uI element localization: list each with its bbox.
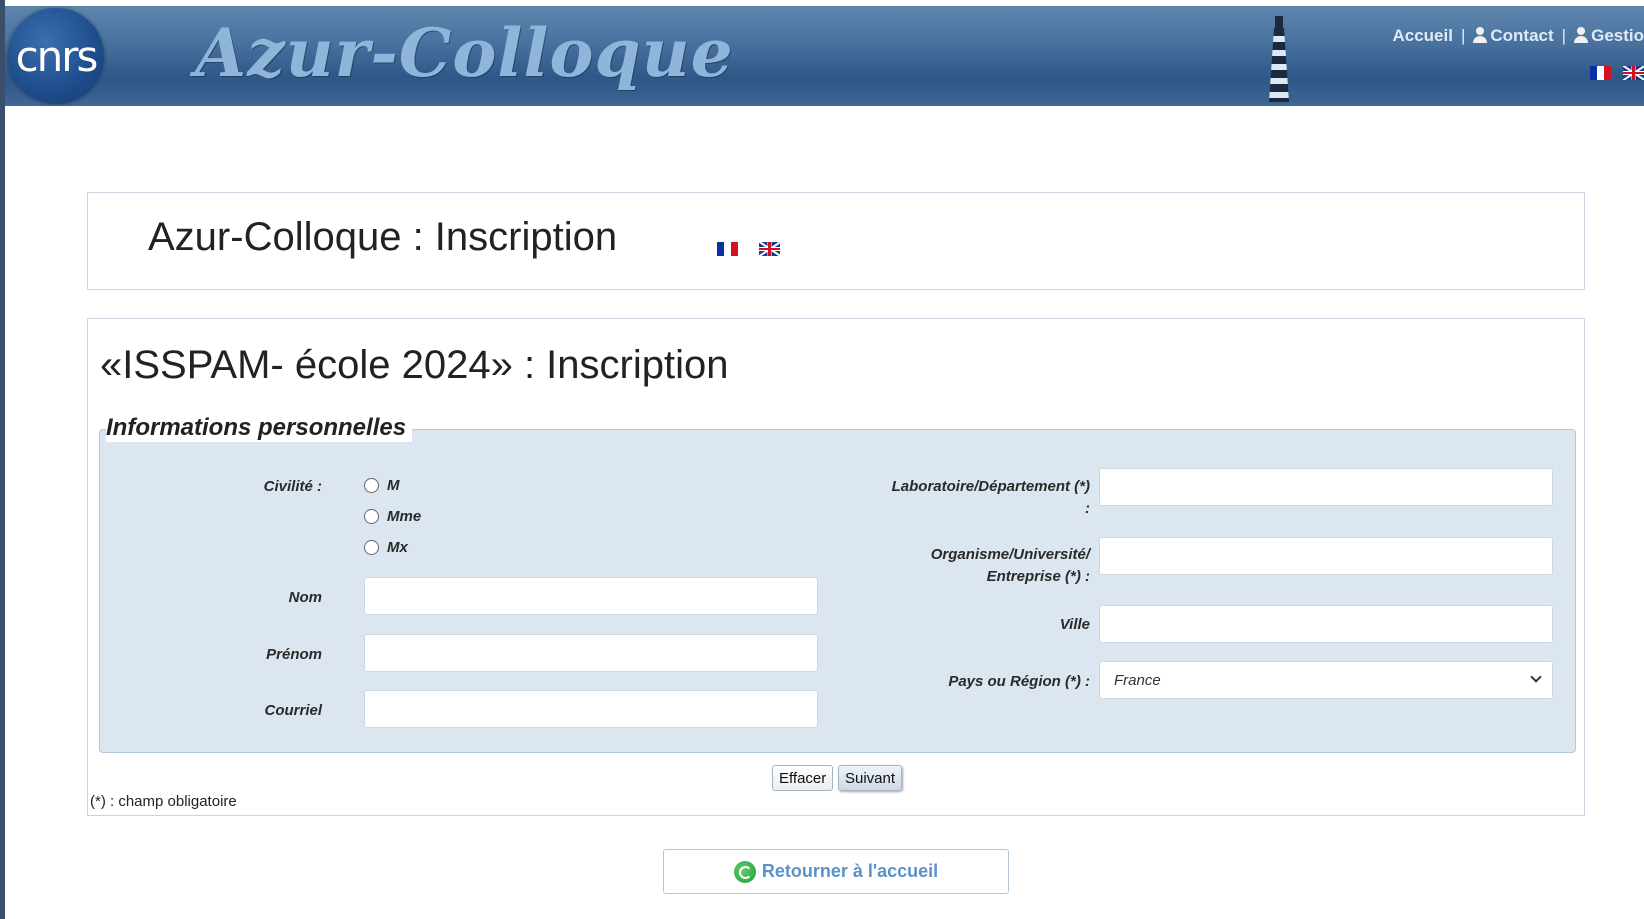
english-flag-icon[interactable]	[759, 242, 780, 256]
english-flag-icon[interactable]	[1623, 66, 1644, 80]
user-admin-icon	[1574, 27, 1589, 43]
pays-selected-value: France	[1114, 671, 1161, 689]
pays-label: Pays ou Région (*) :	[948, 673, 1090, 690]
section-title: Informations personnelles	[106, 414, 413, 442]
french-flag-icon[interactable]	[717, 242, 738, 256]
nav-accueil-link[interactable]: Accueil	[1392, 26, 1452, 46]
organisme-input[interactable]	[1099, 537, 1553, 575]
nom-input[interactable]	[364, 577, 818, 615]
organisme-label-line1: Organisme/Université/	[930, 546, 1090, 563]
nav-gestion-label: Gestio	[1591, 26, 1644, 45]
recycle-icon	[733, 860, 756, 883]
organisme-label: Organisme/Université/ Entreprise (*) :	[800, 544, 1090, 588]
cnrs-logo[interactable]: cnrs	[8, 8, 104, 104]
radio-mme[interactable]	[364, 509, 379, 524]
ville-input[interactable]	[1099, 605, 1553, 643]
french-flag-icon[interactable]	[1590, 66, 1611, 80]
civilite-option-mme[interactable]: Mme	[364, 508, 421, 525]
page-title-panel: Azur-Colloque : Inscription	[87, 192, 1585, 290]
lighthouse-icon	[1267, 16, 1291, 102]
ville-label: Ville	[1059, 616, 1090, 633]
radio-mx[interactable]	[364, 540, 379, 555]
personal-info-fieldset: Civilité : M Mme Mx Nom Prénom Courriel …	[99, 429, 1576, 753]
language-switcher	[717, 242, 780, 256]
civilite-label: Civilité :	[263, 478, 322, 495]
civilite-option-m[interactable]: M	[364, 477, 400, 494]
clear-button[interactable]: Effacer	[772, 765, 834, 791]
nav-gestion-link[interactable]: Gestio	[1574, 26, 1644, 46]
prenom-label: Prénom	[266, 646, 322, 663]
radio-mme-label: Mme	[387, 508, 422, 525]
chevron-down-icon	[1530, 671, 1542, 683]
cnrs-logo-text: cnrs	[15, 31, 99, 81]
laboratoire-label: Laboratoire/Département (*) :	[800, 476, 1090, 520]
required-fields-note: (*) : champ obligatoire	[90, 793, 237, 810]
brand-title: Azur-Colloque	[195, 14, 734, 92]
event-heading: «ISSPAM- école 2024» : Inscription	[100, 343, 729, 387]
courriel-label: Courriel	[264, 702, 322, 719]
civilite-option-mx[interactable]: Mx	[364, 539, 408, 556]
laboratoire-label-line2: :	[1085, 500, 1090, 517]
top-navigation: Accueil | Contact | Gestio	[1392, 26, 1644, 46]
radio-mx-label: Mx	[387, 539, 408, 556]
header-banner: cnrs Azur-Colloque Accueil | Contact | G…	[5, 6, 1644, 106]
next-button[interactable]: Suivant	[838, 765, 903, 791]
nav-contact-label: Contact	[1490, 26, 1554, 45]
nav-separator: |	[1460, 26, 1466, 45]
organisme-label-line2: Entreprise (*) :	[986, 568, 1090, 585]
return-home-button[interactable]: Retourner à l'accueil	[663, 849, 1009, 894]
nav-separator: |	[1561, 26, 1567, 45]
laboratoire-label-line1: Laboratoire/Département (*)	[891, 478, 1090, 495]
prenom-input[interactable]	[364, 634, 818, 672]
radio-m-label: M	[387, 477, 400, 494]
laboratoire-input[interactable]	[1099, 468, 1553, 506]
courriel-input[interactable]	[364, 690, 818, 728]
return-home-label: Retourner à l'accueil	[761, 861, 939, 881]
window-frame	[0, 0, 5, 919]
nav-contact-link[interactable]: Contact	[1473, 26, 1554, 46]
registration-panel: «ISSPAM- école 2024» : Inscription Civil…	[87, 318, 1585, 816]
page-title: Azur-Colloque : Inscription	[148, 215, 618, 259]
nom-label: Nom	[288, 589, 322, 606]
radio-m[interactable]	[364, 478, 379, 493]
person-icon	[1473, 27, 1488, 43]
pays-select[interactable]: France	[1099, 661, 1553, 699]
banner-language-switcher	[1590, 66, 1644, 80]
